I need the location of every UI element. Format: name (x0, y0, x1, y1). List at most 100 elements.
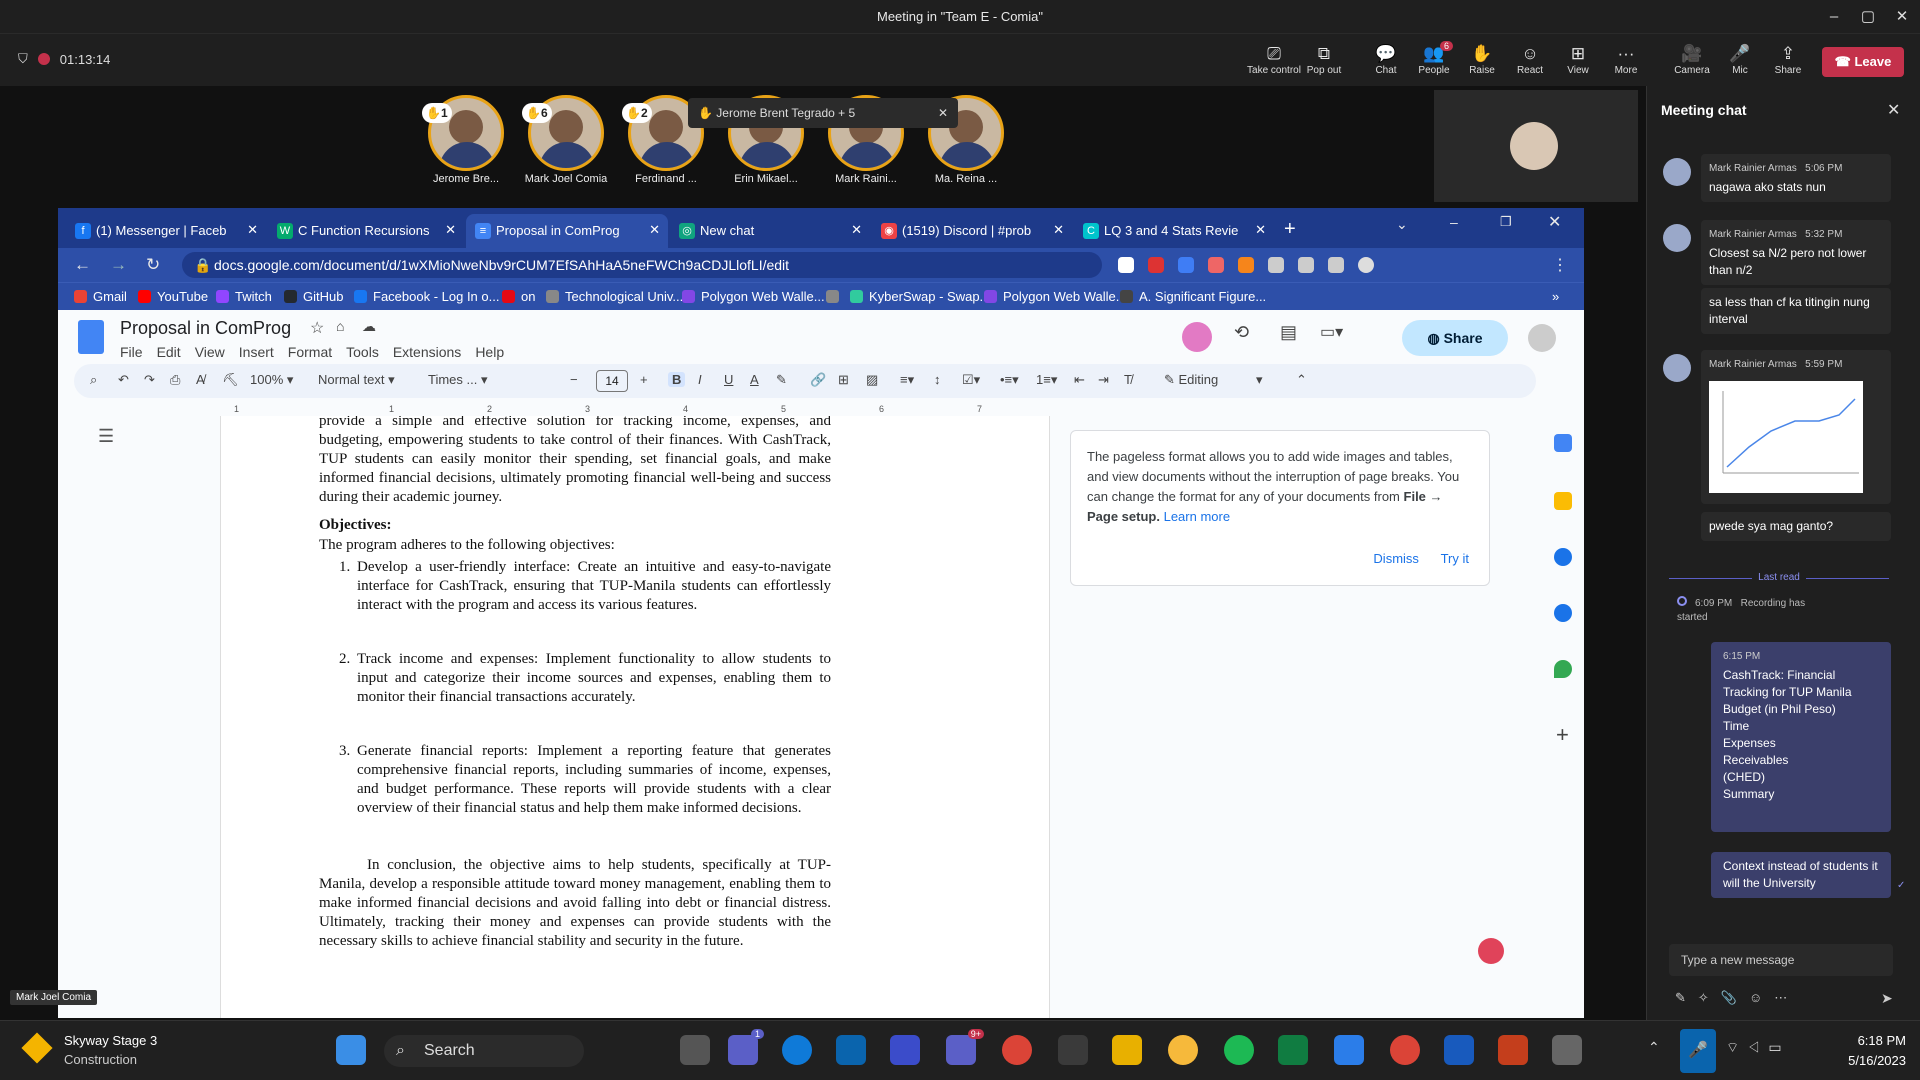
more-bookmarks-icon[interactable]: » (1552, 289, 1559, 304)
excel-icon[interactable] (1278, 1035, 1308, 1065)
tasks-icon[interactable] (1554, 548, 1572, 566)
puzzle-icon[interactable] (1268, 257, 1284, 273)
menu-edit[interactable]: Edit (157, 344, 181, 360)
teams-chat-icon[interactable]: 1 (728, 1029, 764, 1065)
send-icon[interactable]: ➤ (1881, 990, 1893, 1007)
chevron-up-icon[interactable]: ⌃ (1296, 372, 1307, 388)
bookmark-item[interactable]: YouTube (138, 289, 208, 304)
close-icon[interactable]: ✕ (938, 98, 948, 128)
menu-tools[interactable]: Tools (346, 344, 379, 360)
browser-tab[interactable]: ◉ (1519) Discord | #prob ✕ (872, 214, 1072, 248)
menu-file[interactable]: File (120, 344, 143, 360)
mail-icon[interactable] (836, 1035, 866, 1065)
own-chat-message[interactable]: Context instead of students it will the … (1711, 852, 1891, 898)
link-icon[interactable]: 🔗 (810, 372, 826, 388)
collaborator-avatar[interactable] (1182, 322, 1212, 352)
sidepanel-icon[interactable] (1328, 257, 1344, 273)
camera-button[interactable]: 🎥 Camera (1670, 43, 1714, 76)
comment-icon[interactable]: ⊞ (838, 372, 849, 388)
close-icon[interactable]: ✕ (247, 222, 258, 238)
docs-logo-icon[interactable] (78, 320, 104, 354)
weather-widget[interactable]: Skyway Stage 3 Construction (64, 1031, 157, 1069)
powerpoint-icon[interactable] (1498, 1035, 1528, 1065)
edge-icon[interactable] (782, 1035, 812, 1065)
increase-indent-icon[interactable]: ⇥ (1098, 372, 1109, 388)
style-select[interactable]: Normal text ▾ (318, 372, 395, 388)
grab-icon[interactable] (1058, 1035, 1088, 1065)
file-explorer-icon[interactable] (1112, 1035, 1142, 1065)
spotify-icon[interactable] (1224, 1035, 1254, 1065)
minimize-browser-button[interactable]: – (1450, 214, 1458, 230)
redo-icon[interactable]: ↷ (144, 372, 155, 388)
menu-format[interactable]: Format (288, 344, 332, 360)
extension-icon[interactable] (1208, 257, 1224, 273)
chevron-down-icon[interactable]: ▾ (1256, 372, 1263, 388)
menu-view[interactable]: View (195, 344, 225, 360)
browser-tab[interactable]: C LQ 3 and 4 Stats Revie ✕ (1074, 214, 1274, 248)
clock[interactable]: 6:18 PM 5/16/2023 (1848, 1031, 1906, 1071)
chat-message-image[interactable]: Mark Rainier Armas 5:59 PM (1701, 350, 1891, 504)
ai-tool-icon[interactable] (890, 1035, 920, 1065)
maps-icon[interactable] (1554, 660, 1572, 678)
browser-tab[interactable]: f (1) Messenger | Faceb ✕ (66, 214, 266, 248)
minimize-button[interactable]: – (1823, 6, 1845, 28)
meet-icon[interactable]: ▭▾ (1320, 322, 1343, 342)
dismiss-button[interactable]: Dismiss (1373, 551, 1419, 566)
cloud-icon[interactable]: ☁ (362, 318, 376, 335)
keep-icon[interactable] (1554, 492, 1572, 510)
mic-button[interactable]: 🎤 Mic (1718, 43, 1762, 76)
reload-icon[interactable]: ↻ (146, 255, 160, 275)
share-screen-button[interactable]: ⇪ Share (1766, 43, 1810, 76)
people-button[interactable]: 👥 People 6 (1412, 41, 1456, 76)
new-tab-button[interactable]: + (1276, 214, 1310, 248)
bookmark-item[interactable]: GitHub (284, 289, 343, 304)
back-arrow-icon[interactable]: ← (74, 255, 91, 275)
url-field[interactable]: 🔒 docs.google.com/document/d/1wXMioNweNbv… (182, 252, 1102, 278)
message-input[interactable]: Type a new message (1669, 944, 1893, 976)
numbered-list-icon[interactable]: 1≡▾ (1036, 372, 1057, 388)
star-icon[interactable]: ☆ (310, 318, 324, 338)
docs-assistant-icon[interactable] (1478, 938, 1504, 964)
ruler[interactable]: 1 1 2 3 4 5 6 7 (234, 404, 1274, 416)
bulleted-list-icon[interactable]: •≡▾ (1000, 372, 1019, 388)
menu-insert[interactable]: Insert (239, 344, 274, 360)
close-icon[interactable]: ✕ (1887, 100, 1900, 120)
bookmark-item[interactable]: Twitch (216, 289, 272, 304)
close-browser-button[interactable]: ✕ (1548, 212, 1561, 232)
shared-chart-image[interactable] (1709, 381, 1863, 493)
raised-hands-toast[interactable]: ✋ Jerome Brent Tegrado + 5 ✕ (688, 98, 958, 128)
doc-title[interactable]: Proposal in ComProg (120, 318, 291, 339)
task-view-icon[interactable] (680, 1035, 710, 1065)
decrease-font-icon[interactable]: − (570, 372, 578, 387)
learn-more-link[interactable]: Learn more (1164, 509, 1230, 524)
line-spacing-icon[interactable]: ↕ (934, 372, 941, 387)
comments-icon[interactable]: ▤ (1280, 322, 1297, 343)
font-size-field[interactable]: 14 (596, 370, 628, 392)
bookmark-item[interactable]: Polygon Web Walle... (682, 289, 825, 304)
bold-icon[interactable]: B (668, 372, 686, 387)
try-it-button[interactable]: Try it (1441, 551, 1469, 566)
calendar-icon[interactable] (1554, 434, 1572, 452)
restore-browser-button[interactable]: ❐ (1500, 214, 1512, 230)
mic-in-use-icon[interactable]: 🎤 (1680, 1029, 1716, 1073)
bookmark-item[interactable]: Facebook - Log In o... (354, 289, 499, 304)
contacts-icon[interactable] (1554, 604, 1572, 622)
bookmark-item[interactable]: on (502, 289, 535, 304)
text-color-icon[interactable]: A (750, 372, 759, 387)
browser-tab-active[interactable]: ≡ Proposal in ComProg ✕ (466, 214, 668, 248)
close-icon[interactable]: ✕ (1255, 222, 1266, 238)
checklist-icon[interactable]: ☑▾ (962, 372, 980, 388)
highlight-icon[interactable]: ✎ (776, 372, 787, 388)
download-icon[interactable] (1298, 257, 1314, 273)
clear-format-icon[interactable]: T̸ (1124, 372, 1132, 387)
react-button[interactable]: ☺ React (1508, 43, 1552, 76)
bookmark-item[interactable]: Gmail (74, 289, 127, 304)
more-button[interactable]: ··· More (1604, 43, 1648, 76)
decrease-indent-icon[interactable]: ⇤ (1074, 372, 1085, 388)
view-button[interactable]: ⊞ View (1556, 43, 1600, 76)
search-icon[interactable]: ⌕ (90, 372, 97, 388)
taskbar-search[interactable]: ⌕ Search (384, 1035, 584, 1067)
raise-hand-button[interactable]: ✋ Raise (1460, 43, 1504, 76)
self-view-tile[interactable] (1434, 90, 1638, 202)
bookmark-item[interactable]: Polygon Web Walle... (984, 289, 1127, 304)
